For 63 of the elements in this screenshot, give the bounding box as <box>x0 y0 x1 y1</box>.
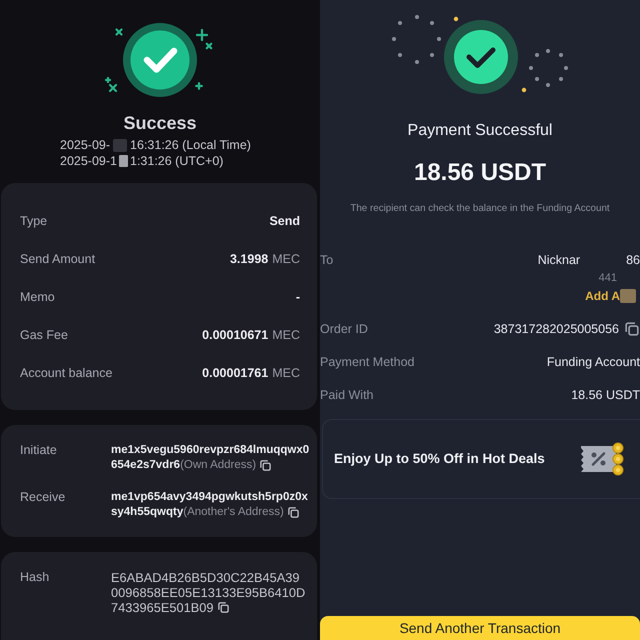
wallet-address: sy4h55qwqty <box>111 505 184 520</box>
recipient-name: 86 <box>626 252 640 269</box>
status-title: Success <box>122 112 198 134</box>
sparkle-dot-icon <box>454 16 458 22</box>
sparkle-dot-icon <box>522 88 526 92</box>
timestamp-text: 1:31:26 (UTC+0) <box>130 153 224 169</box>
payment-amount: 18.56 USDT <box>412 159 548 187</box>
field-label: Hash <box>20 570 50 586</box>
timestamp-text: 2025-09- <box>60 137 110 153</box>
check-circle-icon <box>444 20 518 94</box>
redaction-block <box>113 138 128 152</box>
dot-ring-drawing <box>392 15 441 64</box>
promo-text: Enjoy Up to 50% Off in Hot Deals <box>334 450 545 468</box>
field-label: To <box>320 252 334 269</box>
field-label: Send Amount <box>20 250 96 268</box>
address-note: (Another's Address) <box>183 505 284 520</box>
field-value: 0.00001761 <box>202 364 268 382</box>
field-label: Payment Method <box>320 354 414 371</box>
recipient-name: Nicknar <box>538 252 580 269</box>
dot-ring-drawing <box>529 49 568 87</box>
unit-label: MEC <box>272 250 300 268</box>
field-value: - <box>296 288 300 306</box>
timestamp-text: 2025-09-1 <box>60 153 117 169</box>
field-label: Account balance <box>20 364 112 382</box>
timestamp-text: 16:31:26 (Local Time) <box>130 137 251 153</box>
field-label: Paid With <box>320 386 374 404</box>
sparkle-icon <box>195 82 203 90</box>
field-label: Gas Fee <box>20 326 68 344</box>
field-label: Order ID <box>320 320 368 338</box>
hash-value: 0096858EE05E13133E95B6410D <box>111 585 306 600</box>
redaction-block <box>119 155 128 167</box>
wallet-address: me1vp654avy3494pgwkutsh5rp0z0x <box>111 490 308 505</box>
field-value: 3.1998 <box>230 250 268 268</box>
payment-title: Payment Successful <box>406 121 554 141</box>
field-label: Memo <box>20 288 55 306</box>
coupon-icon <box>580 442 624 476</box>
address-note: (Own Address) <box>180 458 256 473</box>
unit-label: MEC <box>272 326 300 344</box>
field-value: Funding Account <box>546 354 640 371</box>
copy-icon[interactable] <box>625 322 639 336</box>
add-address-link[interactable]: Add A <box>585 287 620 305</box>
field-label: Receive <box>20 490 66 506</box>
copy-icon[interactable] <box>260 460 272 471</box>
info-text: The recipient can check the balance in the Funding Account <box>349 202 611 215</box>
field-value: 387317282025005056 <box>494 320 619 338</box>
hash-value: E6ABAD4B26B5D30C22B45A39 <box>111 570 300 585</box>
field-label: Initiate <box>20 443 58 459</box>
hash-value: 7433965E501B09 <box>111 600 214 615</box>
field-label: Type <box>20 212 48 230</box>
check-circle-icon <box>123 23 197 97</box>
field-value: 0.00010671 <box>202 326 268 344</box>
field-value: Send <box>269 212 300 230</box>
recipient-detail: 441 <box>598 271 617 286</box>
send-another-button[interactable]: Send Another Transaction <box>320 616 640 640</box>
redaction-block <box>620 289 636 303</box>
copy-icon[interactable] <box>218 602 230 613</box>
field-value: 18.56 USDT <box>571 386 640 404</box>
sparkle-icon <box>108 84 118 92</box>
sparkle-icon <box>115 28 123 36</box>
wallet-address: me1x5vegu5960revpzr684lmuqqwx0 <box>111 443 310 458</box>
copy-icon[interactable] <box>288 507 299 518</box>
unit-label: MEC <box>272 364 300 382</box>
wallet-address: 654e2s7vdr6 <box>111 458 180 473</box>
